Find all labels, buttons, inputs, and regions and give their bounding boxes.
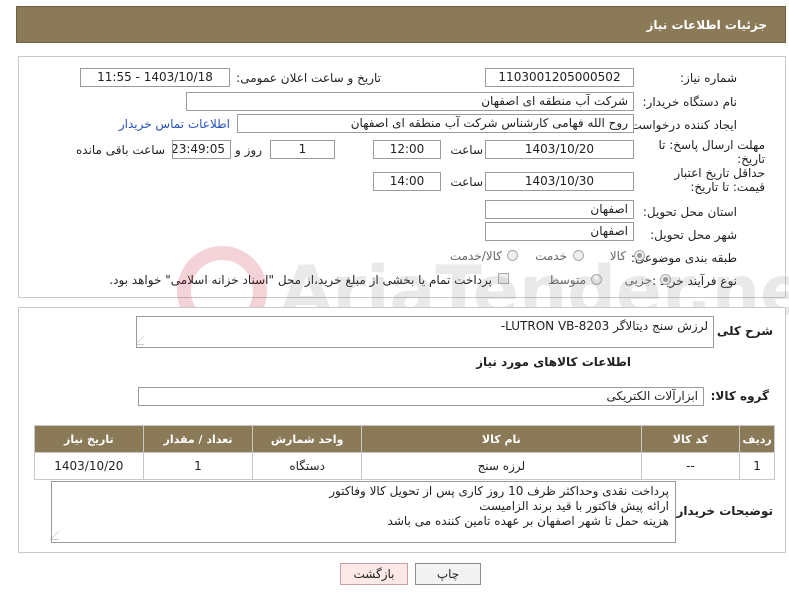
payment-note: پرداخت تمام یا بخشی از مبلغ خرید،از محل … <box>109 273 492 287</box>
process-option-medium: متوسط <box>548 273 586 287</box>
delivery-city-field: اصفهان <box>485 222 634 241</box>
col-need-date: تاریخ نیاز <box>34 425 144 453</box>
col-unit: واحد شمارش <box>252 425 362 453</box>
cell-unit: دستگاه <box>252 452 362 480</box>
reply-days-field: 1 <box>270 140 335 159</box>
process-radio-minor[interactable] <box>660 274 671 285</box>
goods-table-header: ردیف کد کالا نام کالا واحد شمارش تعداد /… <box>34 425 775 453</box>
goods-table: ردیف کد کالا نام کالا واحد شمارش تعداد /… <box>34 425 775 480</box>
category-option-goods: کالا <box>609 249 626 263</box>
category-radio-service[interactable] <box>573 250 584 261</box>
validity-time-label: ساعت <box>450 175 483 189</box>
cell-quantity: 1 <box>142 452 254 480</box>
days-label: روز و <box>235 143 262 157</box>
buyer-org-label: نام دستگاه خریدار: <box>642 95 738 109</box>
reply-remaining-field: 23:49:05 <box>172 140 231 159</box>
cell-row: 1 <box>739 452 775 480</box>
page-header: جزئیات اطلاعات نیاز <box>16 6 786 43</box>
validity-time-field: 14:00 <box>373 172 441 191</box>
goods-group-field: ابزارآلات الکتریکی <box>138 387 704 406</box>
reply-time-field: 12:00 <box>373 140 441 159</box>
cell-need-date: 1403/10/20 <box>34 452 144 480</box>
buyer-notes-label: توضیحات خریدار: <box>671 504 773 518</box>
back-button[interactable]: بازگشت <box>340 563 408 585</box>
requester-label: ایجاد کننده درخواست: <box>626 118 737 132</box>
print-button[interactable]: چاپ <box>415 563 481 585</box>
col-name: نام کالا <box>360 425 642 453</box>
cell-name: لرزه سنج <box>360 452 642 480</box>
need-description-field: لرزش سنج دیتالاگر LUTRON VB-8203- <box>136 316 714 348</box>
delivery-province-label: استان محل تحویل: <box>642 205 737 219</box>
page-title: جزئیات اطلاعات نیاز <box>646 18 767 32</box>
requester-field: روح الله فهامی کارشناس شرکت آب منطقه ای … <box>237 114 634 133</box>
col-code: کد کالا <box>640 425 741 453</box>
col-quantity: تعداد / مقدار <box>142 425 254 453</box>
validity-date-field: 1403/10/30 <box>485 172 634 191</box>
category-option-goods-service: کالا/خدمت <box>449 249 502 263</box>
delivery-province-field: اصفهان <box>485 200 634 219</box>
category-label: طبقه بندی موضوعی: <box>630 251 737 265</box>
payment-treasury-checkbox[interactable] <box>498 273 509 284</box>
buyer-org-field: شرکت آب منطقه ای اصفهان <box>186 92 634 111</box>
goods-info-heading: اطلاعات کالاهای مورد نیاز <box>476 355 631 369</box>
need-description-text: لرزش سنج دیتالاگر LUTRON VB-8203- <box>500 319 708 333</box>
delivery-city-label: شهر محل تحویل: <box>650 228 737 242</box>
process-radio-medium[interactable] <box>591 274 602 285</box>
reply-date-field: 1403/10/20 <box>485 140 634 159</box>
note-line: هزینه حمل تا شهر اصفهان بر عهده تامین کن… <box>387 514 669 528</box>
goods-group-label: گروه کالا: <box>710 389 769 403</box>
note-line: ارائه پیش فاکتور با قید برند الزامیست <box>479 499 669 513</box>
remaining-label: ساعت باقی مانده <box>75 143 165 157</box>
category-radio-goods[interactable] <box>634 250 645 261</box>
reply-time-label: ساعت <box>450 143 483 157</box>
col-row: ردیف <box>739 425 775 453</box>
note-line: پرداخت نقدی وحداکثر ظرف 10 روز کاری پس ا… <box>329 484 669 498</box>
price-validity-label: حداقل تاریخ اعتبار قیمت: تا تاریخ: <box>674 166 765 194</box>
need-number-field: 1103001205000502 <box>485 68 634 87</box>
table-row: 1 -- لرزه سنج دستگاه 1 1403/10/20 <box>34 452 775 480</box>
need-number-label: شماره نیاز: <box>680 71 737 85</box>
buyer-contact-link[interactable]: اطلاعات تماس خریدار <box>119 117 230 131</box>
reply-deadline-label: مهلت ارسال پاسخ: تا تاریخ: <box>658 138 765 166</box>
announce-datetime-label: تاریخ و ساعت اعلان عمومی: <box>236 71 381 85</box>
cell-code: -- <box>640 452 741 480</box>
category-option-service: خدمت <box>535 249 567 263</box>
buyer-notes-box: پرداخت نقدی وحداکثر ظرف 10 روز کاری پس ا… <box>49 481 676 543</box>
category-radio-goods-service[interactable] <box>507 250 518 261</box>
process-option-minor: جزیی <box>624 273 652 287</box>
announce-datetime-field: 1403/10/18 - 11:55 <box>80 68 230 87</box>
